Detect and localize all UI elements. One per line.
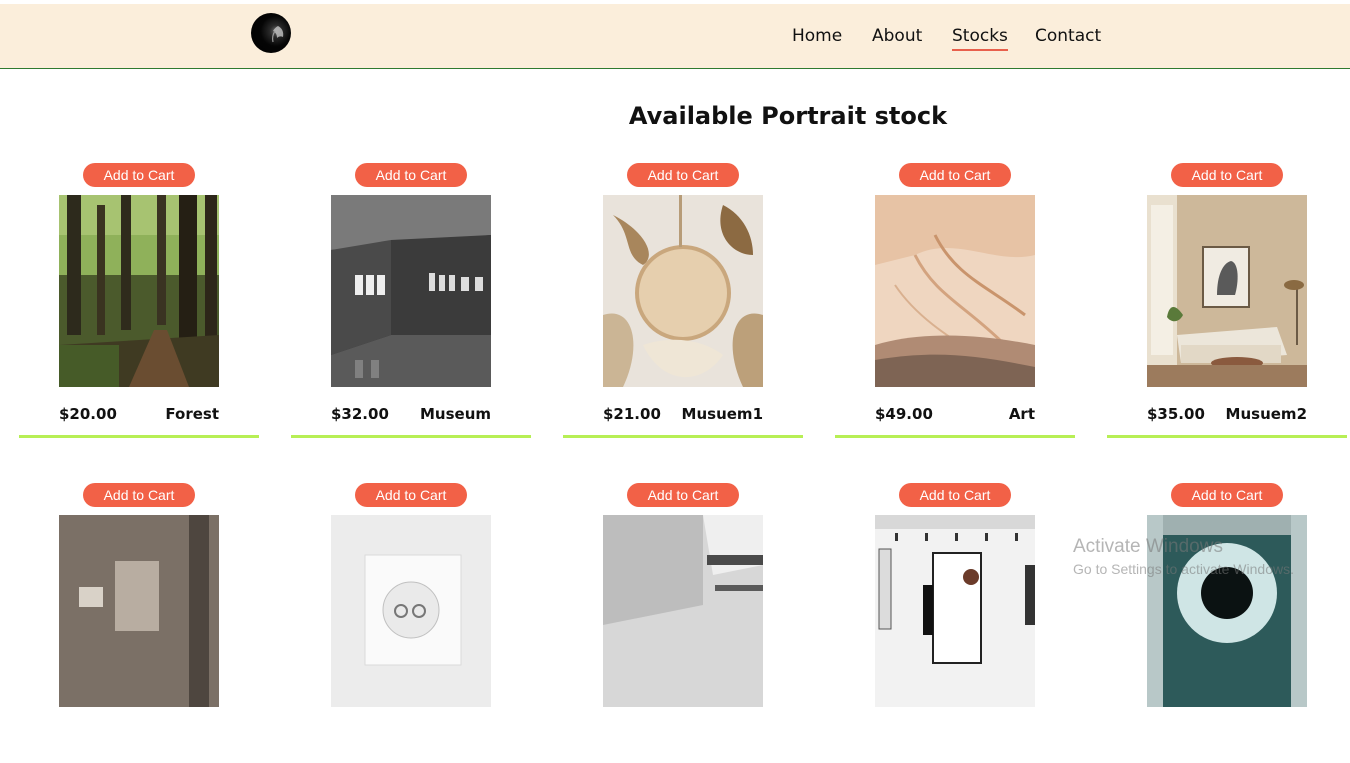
add-to-cart-button[interactable]: Add to Cart [627, 483, 739, 507]
product-card: Add to Cart [835, 483, 1075, 763]
nav-home[interactable]: Home [792, 25, 842, 47]
product-name: Musuem1 [681, 405, 763, 423]
product-card: Add to Cart [1107, 483, 1347, 763]
add-to-cart-button[interactable]: Add to Cart [355, 483, 467, 507]
product-card: Add to Cart $49.00 Art [835, 163, 1075, 443]
product-price: $32.00 [331, 405, 389, 423]
product-image[interactable] [331, 515, 491, 707]
product-image-musuem2[interactable] [1147, 195, 1307, 387]
product-image-musuem1[interactable] [603, 195, 763, 387]
product-image[interactable] [603, 515, 763, 707]
page-title: Available Portrait stock [628, 102, 948, 130]
product-card: Add to Cart $21.00 Musuem1 [563, 163, 803, 443]
card-divider [835, 435, 1075, 438]
product-image[interactable] [875, 515, 1035, 707]
product-card: Add to Cart $35.00 Musuem2 [1107, 163, 1347, 443]
add-to-cart-button[interactable]: Add to Cart [83, 163, 195, 187]
product-image-art[interactable] [875, 195, 1035, 387]
product-card: Add to Cart [563, 483, 803, 763]
windows-activation-subtitle: Go to Settings to activate Windows. [1073, 561, 1294, 577]
product-name: Art [1008, 405, 1035, 423]
card-divider [1107, 435, 1347, 438]
add-to-cart-button[interactable]: Add to Cart [83, 483, 195, 507]
site-header: Home About Stocks Contact [0, 4, 1350, 69]
product-card: Add to Cart $20.00 Forest [19, 163, 259, 443]
nav-stocks[interactable]: Stocks [952, 25, 1008, 51]
windows-activation-title: Activate Windows [1073, 536, 1223, 557]
product-name: Museum [419, 405, 491, 423]
card-divider [563, 435, 803, 438]
add-to-cart-button[interactable]: Add to Cart [1171, 163, 1283, 187]
product-price: $20.00 [59, 405, 117, 423]
nav-contact[interactable]: Contact [1035, 25, 1101, 47]
add-to-cart-button[interactable]: Add to Cart [899, 163, 1011, 187]
add-to-cart-button[interactable]: Add to Cart [355, 163, 467, 187]
card-divider [19, 435, 259, 438]
product-card: Add to Cart [19, 483, 259, 763]
product-name: Forest [165, 405, 219, 423]
add-to-cart-button[interactable]: Add to Cart [627, 163, 739, 187]
card-divider [291, 435, 531, 438]
product-image-museum[interactable] [331, 195, 491, 387]
product-card: Add to Cart [291, 483, 531, 763]
product-image[interactable] [59, 515, 219, 707]
site-logo[interactable] [251, 13, 291, 53]
product-price: $21.00 [603, 405, 661, 423]
product-image-forest[interactable] [59, 195, 219, 387]
product-price: $35.00 [1147, 405, 1205, 423]
add-to-cart-button[interactable]: Add to Cart [1171, 483, 1283, 507]
horse-logo-icon [272, 26, 284, 43]
product-card: Add to Cart $32.00 Museum [291, 163, 531, 443]
product-price: $49.00 [875, 405, 933, 423]
product-name: Musuem2 [1225, 405, 1307, 423]
add-to-cart-button[interactable]: Add to Cart [899, 483, 1011, 507]
nav-about[interactable]: About [872, 25, 922, 47]
